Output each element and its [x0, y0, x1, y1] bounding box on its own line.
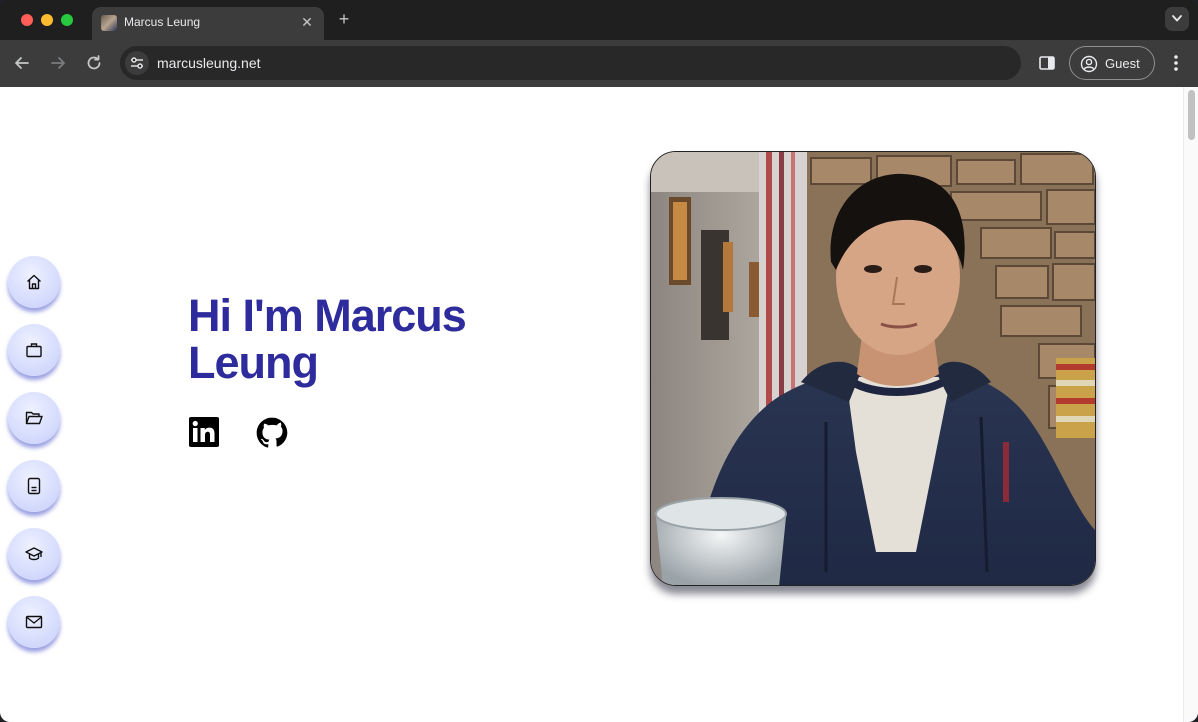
profile-label: Guest [1105, 56, 1140, 71]
side-panel-icon [1039, 56, 1055, 70]
account-icon [1080, 55, 1098, 73]
more-vertical-icon [1174, 55, 1178, 71]
browser-tab[interactable]: Marcus Leung ✕ [92, 7, 324, 40]
profile-photo [650, 151, 1096, 586]
back-button[interactable] [11, 52, 33, 74]
tab-title: Marcus Leung [124, 15, 201, 29]
nav-home-button[interactable] [8, 256, 60, 308]
window-minimize-button[interactable] [41, 14, 53, 26]
new-tab-button[interactable]: + [335, 9, 353, 29]
nav-publications-button[interactable] [8, 460, 60, 512]
nav-education-button[interactable] [8, 528, 60, 580]
github-icon [256, 417, 288, 448]
graduation-cap-icon [25, 547, 43, 561]
window-close-button[interactable] [21, 14, 33, 26]
linkedin-icon [189, 417, 219, 447]
hero-title: Hi I'm Marcus Leung [188, 290, 467, 388]
window-maximize-button[interactable] [61, 14, 73, 26]
tune-icon [131, 57, 143, 69]
github-link[interactable] [256, 417, 288, 448]
scrollbar-thumb[interactable] [1188, 90, 1195, 140]
arrow-right-icon [51, 57, 65, 69]
browser-menu-button[interactable] [1167, 52, 1185, 74]
site-info-button[interactable] [125, 51, 149, 75]
tab-close-icon[interactable]: ✕ [298, 13, 316, 31]
reload-button[interactable] [83, 52, 105, 74]
nav-experience-button[interactable] [8, 324, 60, 376]
forward-button[interactable] [47, 52, 69, 74]
home-icon [27, 274, 41, 290]
nav-contact-button[interactable] [8, 596, 60, 648]
url-text[interactable]: marcusleung.net [157, 55, 261, 71]
briefcase-icon [26, 343, 42, 358]
browser-toolbar: marcusleung.net Guest [0, 40, 1198, 87]
reload-icon [87, 55, 101, 70]
linkedin-link[interactable] [189, 417, 219, 447]
chevron-down-icon [1172, 15, 1182, 22]
book-icon [27, 477, 41, 495]
nav-projects-button[interactable] [8, 392, 60, 444]
favicon-icon [101, 15, 117, 31]
tab-search-button[interactable] [1165, 7, 1189, 31]
folder-open-icon [25, 411, 43, 425]
page-scrollbar[interactable] [1183, 87, 1198, 722]
mail-icon [25, 615, 43, 629]
tab-strip: Marcus Leung ✕ + [0, 0, 1198, 40]
side-panel-button[interactable] [1037, 53, 1057, 73]
profile-button[interactable]: Guest [1069, 46, 1155, 80]
browser-window: Marcus Leung ✕ + marcusleung.net Guest H… [0, 0, 1198, 722]
arrow-left-icon [15, 57, 29, 69]
page-viewport: Hi I'm Marcus Leung [0, 87, 1198, 722]
address-bar[interactable]: marcusleung.net [120, 46, 1021, 80]
